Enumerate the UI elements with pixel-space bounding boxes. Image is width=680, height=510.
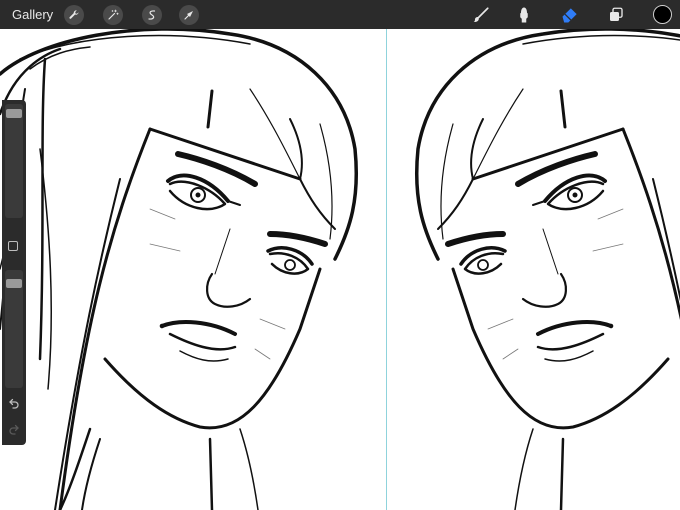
smudge-tool[interactable] (513, 4, 535, 26)
wrench-icon (69, 10, 79, 19)
selection-button[interactable] (142, 5, 162, 25)
eraser-icon (562, 8, 577, 23)
actions-button[interactable] (64, 5, 84, 25)
gallery-button[interactable]: Gallery (12, 7, 53, 22)
brush-size-thumb[interactable] (6, 109, 22, 118)
smudge-icon (520, 7, 528, 23)
redo-icon (9, 424, 19, 435)
brush-size-slider[interactable] (5, 104, 23, 218)
selection-icon (148, 10, 156, 20)
opacity-thumb[interactable] (6, 279, 22, 288)
eraser-tool[interactable] (559, 4, 581, 26)
magic-wand-icon (108, 9, 119, 20)
modify-square-icon[interactable] (8, 241, 18, 251)
redo-button[interactable] (6, 422, 22, 436)
opacity-slider[interactable] (5, 270, 23, 388)
right-face-sketch (414, 29, 680, 510)
adjustments-button[interactable] (103, 5, 123, 25)
transform-button[interactable] (179, 5, 199, 25)
layers-button[interactable] (605, 4, 627, 26)
symmetry-guide-line (386, 29, 387, 510)
transform-arrow-icon (184, 11, 193, 20)
top-toolbar: Gallery (0, 0, 680, 29)
left-face-sketch (0, 29, 359, 510)
undo-icon (9, 398, 19, 409)
color-swatch[interactable] (653, 5, 672, 24)
undo-button[interactable] (6, 396, 22, 410)
left-sidebar (2, 100, 26, 445)
brush-tool[interactable] (470, 4, 492, 26)
layers-icon (610, 7, 623, 21)
drawing-canvas[interactable] (0, 29, 680, 510)
brush-icon (473, 7, 489, 22)
